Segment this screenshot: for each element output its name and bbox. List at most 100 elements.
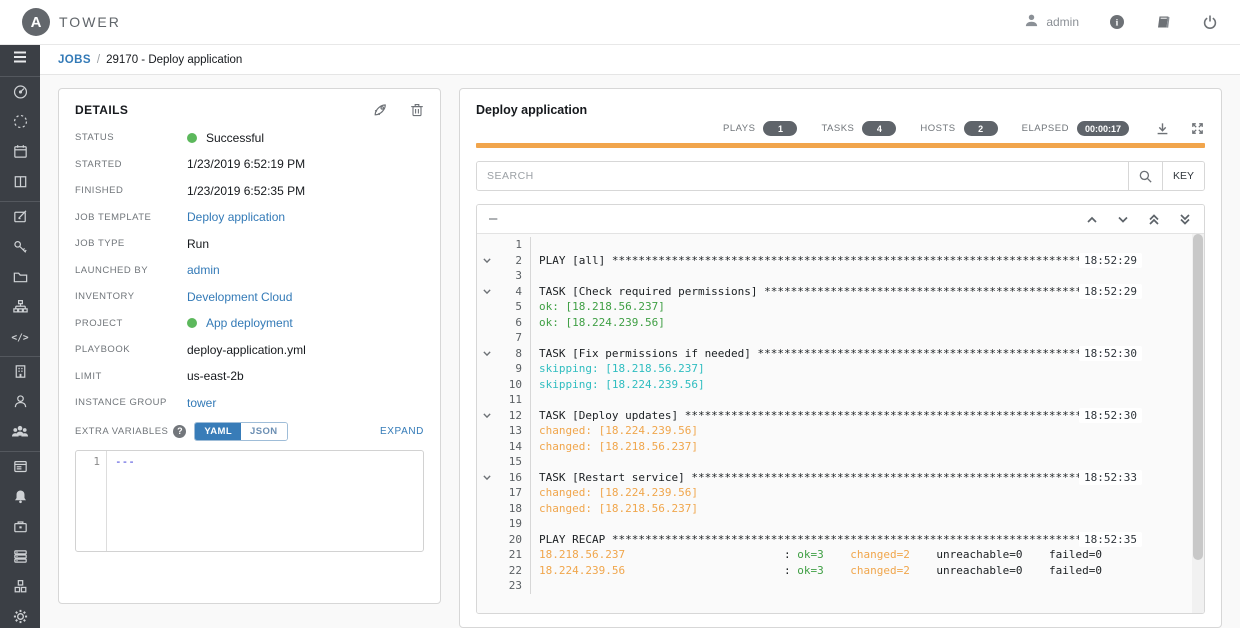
collapse-line-chevron-icon[interactable] [477,256,497,265]
svg-text:i: i [1116,18,1119,28]
delete-icon[interactable] [410,102,424,118]
collapse-line-chevron-icon[interactable] [477,411,497,420]
sidebar-item-schedules[interactable] [0,139,40,169]
info-icon[interactable]: i [1109,14,1125,30]
line-number: 6 [515,315,522,329]
editor-line-number: 1 [76,450,107,551]
sidebar-item-teams[interactable] [0,419,40,449]
detail-label: FINISHED [75,185,124,196]
breadcrumb-jobs-link[interactable]: JOBS [58,54,91,66]
sidebar-item-settings[interactable] [0,604,40,628]
output-line: 15 [477,454,1204,470]
sidebar-item-inventory-scripts[interactable]: </> [0,324,40,354]
sidebar-item-menu[interactable] [0,45,40,74]
projects-icon [12,268,29,290]
search-icon[interactable] [1128,162,1162,190]
power-icon[interactable] [1202,14,1218,30]
current-user-menu[interactable]: admin [1024,13,1079,31]
output-line-gutter: 17 [477,485,531,501]
line-content: TASK [Check required permissions] ******… [539,284,1089,298]
tower-logo[interactable]: A TOWER [22,8,121,36]
sidebar-item-templates[interactable] [0,204,40,234]
line-content [531,330,539,346]
line-timestamp: 18:52:30 [1079,407,1142,423]
search-input[interactable] [477,162,1128,190]
stat-label: TASKS [821,123,855,134]
line-number: 10 [508,377,522,391]
line-number: 5 [515,300,522,313]
job-status-bar [476,143,1205,148]
sidebar-item-inventories[interactable] [0,294,40,324]
scroll-down-icon[interactable] [1116,213,1130,226]
sidebar-item-users[interactable] [0,389,40,419]
output-line-gutter: 12 [477,407,531,423]
collapse-line-chevron-icon[interactable] [477,287,497,296]
detail-link[interactable]: tower [187,396,216,410]
credential-types-icon [12,458,29,480]
detail-value: deploy-application.yml [187,343,306,357]
expand-output-icon[interactable] [1190,121,1205,136]
output-line: 17 changed: [18.224.239.56] [477,485,1204,501]
relaunch-icon[interactable] [372,102,388,118]
breadcrumb-current: 29170 - Deploy application [106,53,243,66]
sidebar-item-jobs[interactable] [0,109,40,139]
output-line: 23 [477,578,1204,594]
instance-groups-icon [12,548,29,570]
download-icon[interactable] [1155,121,1170,136]
help-icon[interactable]: ? [173,424,187,438]
detail-link[interactable]: Development Cloud [187,290,292,304]
line-number: 15 [508,455,522,468]
output-line-gutter: 15 [477,454,531,470]
sidebar-item-dashboard[interactable] [0,79,40,109]
scroll-up-icon[interactable] [1085,213,1099,226]
line-number: 12 [508,408,522,422]
output-line-gutter: 11 [477,392,531,408]
sidebar-item-projects[interactable] [0,264,40,294]
detail-value: Successful [187,131,264,145]
output-line-gutter: 13 [477,423,531,439]
output-line: 2 PLAY [all] ****************************… [477,252,1204,268]
yaml-toggle-button[interactable]: YAML [195,422,242,440]
output-line: 9 skipping: [18.218.56.237] [477,361,1204,377]
collapse-line-chevron-icon[interactable] [477,349,497,358]
output-scrollbar-thumb[interactable] [1193,234,1203,560]
extra-variables-editor[interactable]: 1 --- [75,449,424,552]
detail-link[interactable]: App deployment [206,316,293,330]
extra-variables-label: EXTRA VARIABLES [75,425,169,437]
json-toggle-button[interactable]: JSON [241,422,287,440]
line-content [531,454,539,470]
sidebar-item-credentials[interactable] [0,234,40,264]
detail-label: INSTANCE GROUP [75,397,167,408]
detail-link[interactable]: Deploy application [187,210,285,224]
search-key-button[interactable]: KEY [1162,162,1204,190]
sidebar-item-organizations[interactable] [0,359,40,389]
sidebar-item-instance-groups[interactable] [0,544,40,574]
scroll-top-icon[interactable] [1147,213,1161,226]
detail-row-project: PROJECT App deployment [75,316,424,330]
user-icon [1024,13,1039,31]
details-title: DETAILS [75,103,129,117]
output-line-gutter: 23 [477,578,531,594]
output-line: 3 [477,268,1204,284]
sidebar-item-portal[interactable] [0,169,40,199]
expand-variables-link[interactable]: EXPAND [380,426,424,437]
output-scrollbar [1192,234,1204,613]
sidebar-item-notifications[interactable] [0,484,40,514]
collapse-line-chevron-icon[interactable] [477,473,497,482]
line-number: 19 [508,517,522,530]
sidebar-item-credential-types[interactable] [0,454,40,484]
sidebar-item-applications[interactable] [0,574,40,604]
output-line: 14 changed: [18.218.56.237] [477,438,1204,454]
stat-hosts: HOSTS 2 [920,121,998,136]
docs-icon[interactable] [1155,14,1172,30]
detail-row-instance-group: INSTANCE GROUP tower [75,396,424,410]
scroll-bottom-icon[interactable] [1178,213,1192,226]
line-content: skipping: [18.218.56.237] [539,362,705,375]
sidebar-item-management-jobs[interactable] [0,514,40,544]
detail-label: JOB TEMPLATE [75,211,152,223]
collapse-all-button[interactable]: – [489,211,497,226]
detail-link[interactable]: admin [187,263,220,277]
job-output-title: Deploy application [476,103,588,117]
output-line: 21 18.218.56.237 : ok=3 changed=2 unreach… [477,547,1204,563]
detail-value: tower [187,396,216,410]
